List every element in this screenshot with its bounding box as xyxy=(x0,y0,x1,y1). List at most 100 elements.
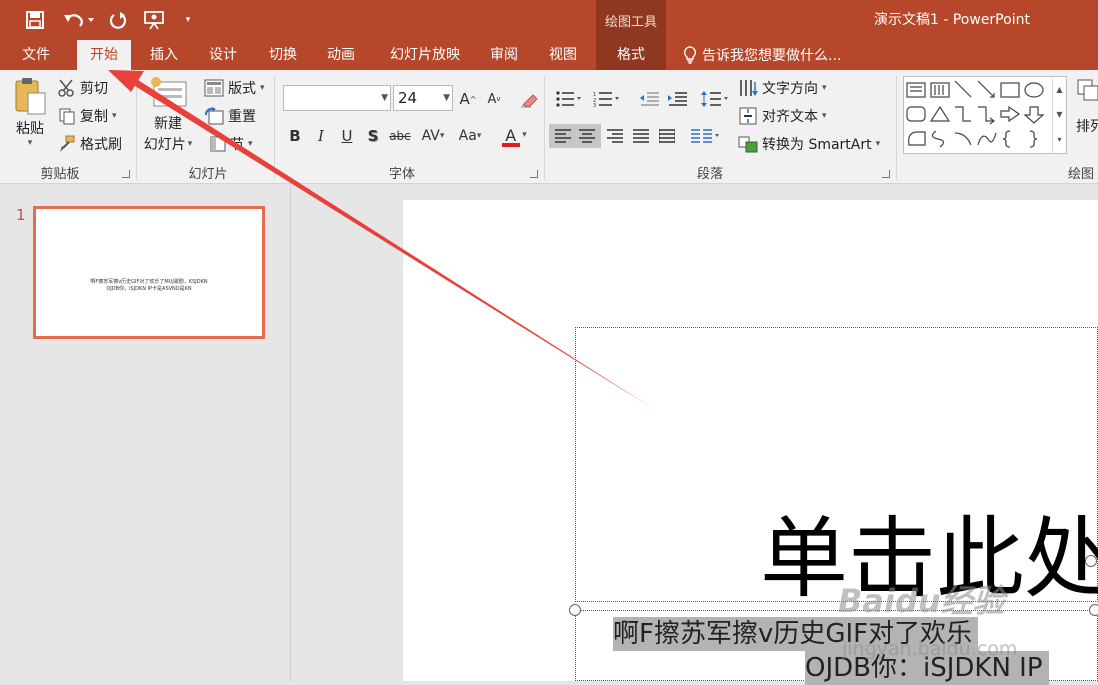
paste-label: 粘贴 xyxy=(16,121,44,137)
ribbon-home: 粘贴 ▾ 剪切 复制 ▾ 格式刷 剪贴板 新建 幻灯片 ▾ 版式 ▾ 重置 节 ▾… xyxy=(0,70,1098,184)
lightbulb-icon xyxy=(683,46,697,64)
clipboard-group-label: 剪贴板 xyxy=(40,167,80,182)
arrange-label: 排列 xyxy=(1076,119,1098,135)
tab-transitions[interactable]: 切换 xyxy=(258,40,308,70)
paste-button[interactable]: 粘贴 ▾ xyxy=(12,76,48,148)
watermark-brand: Baidu经验 xyxy=(838,582,1005,620)
drawing-group-label: 绘图 xyxy=(1068,167,1095,182)
new-slide-dropdown-icon: ▾ xyxy=(187,139,193,149)
section-button[interactable]: 节 ▾ xyxy=(210,134,253,154)
clear-formatting-icon[interactable] xyxy=(516,87,542,111)
align-center-icon[interactable] xyxy=(579,129,595,143)
redo-icon[interactable] xyxy=(104,6,132,34)
tab-design[interactable]: 设计 xyxy=(198,40,248,70)
reset-button[interactable]: 重置 xyxy=(204,106,256,126)
text-direction-button[interactable]: 文字方向 ▾ xyxy=(738,78,827,98)
tab-home[interactable]: 开始 xyxy=(77,40,131,70)
columns-icon[interactable] xyxy=(688,124,724,148)
text-shadow-icon[interactable]: S xyxy=(362,124,384,148)
group-divider xyxy=(544,76,545,180)
line-spacing-icon[interactable] xyxy=(698,87,732,111)
present-from-start-icon[interactable] xyxy=(140,6,168,34)
tell-me-text: 告诉我您想要做什么... xyxy=(702,48,842,64)
resize-handle[interactable] xyxy=(569,604,581,616)
new-slide-icon xyxy=(151,77,187,107)
font-family-select[interactable]: ▼ xyxy=(283,85,391,111)
convert-smartart-button[interactable]: 转换为 SmartArt ▾ xyxy=(738,134,880,154)
tab-review[interactable]: 审阅 xyxy=(480,40,528,70)
text-direction-dropdown-icon: ▾ xyxy=(822,83,827,93)
tab-slide-show[interactable]: 幻灯片放映 xyxy=(378,40,472,70)
shapes-icons xyxy=(906,80,1045,148)
font-size-value: 24 xyxy=(398,89,418,107)
arrange-icon xyxy=(1077,79,1098,101)
change-case-icon[interactable]: Aa ▾ xyxy=(452,124,488,148)
paragraph-launcher-icon[interactable] xyxy=(882,170,890,178)
underline-icon[interactable]: U xyxy=(336,124,358,148)
tab-animations[interactable]: 动画 xyxy=(316,40,366,70)
save-icon[interactable] xyxy=(20,6,50,34)
undo-icon[interactable] xyxy=(58,6,98,34)
font-size-dropdown-icon[interactable]: ▼ xyxy=(443,86,450,110)
slides-group-label: 幻灯片 xyxy=(188,167,228,182)
layout-label: 版式 xyxy=(228,81,256,97)
format-painter-button[interactable]: 格式刷 xyxy=(58,134,122,154)
copy-label: 复制 xyxy=(80,109,108,125)
tab-view[interactable]: 视图 xyxy=(538,40,588,70)
shapes-gallery[interactable]: ▲ ▼ ▾ xyxy=(903,76,1067,154)
section-label: 节 xyxy=(230,137,244,153)
ribbon-tabs: 文件 开始 插入 设计 切换 动画 幻灯片放映 审阅 视图 格式 告诉我您想要做… xyxy=(0,40,1098,70)
increase-indent-icon[interactable] xyxy=(664,87,690,111)
font-launcher-icon[interactable] xyxy=(530,170,538,178)
shrink-font-icon[interactable]: Av xyxy=(484,87,504,111)
clipboard-launcher-icon[interactable] xyxy=(122,170,130,178)
cut-label: 剪切 xyxy=(80,81,108,97)
tab-format[interactable]: 格式 xyxy=(596,40,666,70)
shapes-scroll[interactable]: ▲ ▼ ▾ xyxy=(1052,77,1066,153)
align-right-icon[interactable] xyxy=(604,124,626,148)
bullets-icon[interactable] xyxy=(552,87,586,111)
smartart-label: 转换为 SmartArt xyxy=(762,137,872,153)
layout-icon xyxy=(204,79,224,97)
tab-insert[interactable]: 插入 xyxy=(140,40,188,70)
grow-font-icon[interactable]: A ^ xyxy=(458,87,478,111)
numbering-icon[interactable]: 123 xyxy=(590,87,624,111)
slide-number: 1 xyxy=(16,206,26,224)
align-text-button[interactable]: 对齐文本 ▾ xyxy=(738,106,827,126)
character-spacing-icon[interactable]: AV ▾ xyxy=(416,124,450,148)
resize-handle[interactable] xyxy=(1085,555,1097,567)
copy-button[interactable]: 复制 ▾ xyxy=(58,106,117,126)
decrease-indent-icon[interactable] xyxy=(636,87,662,111)
align-text-icon xyxy=(739,107,757,125)
smartart-dropdown-icon: ▾ xyxy=(875,139,881,149)
tab-file[interactable]: 文件 xyxy=(10,40,62,70)
cut-button[interactable]: 剪切 xyxy=(58,78,108,98)
justify-icon[interactable] xyxy=(630,124,652,148)
copy-dropdown-icon: ▾ xyxy=(112,111,117,121)
text-direction-label: 文字方向 xyxy=(762,81,818,97)
paste-icon xyxy=(15,78,46,115)
title-bar: ▾ 绘图工具 演示文稿1 - PowerPoint xyxy=(0,0,1098,40)
reset-label: 重置 xyxy=(228,109,256,125)
slide-thumbnail[interactable]: 啊F擦苏军擦v历史GIF对了欢乐了MUJ歌剧，KSJDKN OJDB你，iSJD… xyxy=(33,206,265,339)
tell-me-box[interactable]: 告诉我您想要做什么... xyxy=(683,40,841,70)
font-size-select[interactable]: 24 ▼ xyxy=(393,85,453,111)
paragraph-group-label: 段落 xyxy=(696,167,723,182)
paste-dropdown-icon: ▾ xyxy=(27,138,33,148)
layout-button[interactable]: 版式 ▾ xyxy=(204,78,265,98)
italic-icon[interactable]: I xyxy=(310,124,332,148)
distributed-icon[interactable] xyxy=(656,124,678,148)
arrange-button[interactable]: 排列 xyxy=(1076,78,1098,136)
customize-qat-icon[interactable]: ▾ xyxy=(180,6,196,34)
font-family-dropdown-icon[interactable]: ▼ xyxy=(381,86,388,110)
smartart-icon xyxy=(738,136,758,153)
new-slide-button[interactable]: 新建 幻灯片 ▾ xyxy=(142,76,194,154)
strikethrough-icon[interactable]: abc xyxy=(386,124,414,148)
bold-icon[interactable]: B xyxy=(284,124,306,148)
section-icon xyxy=(210,136,226,152)
text-direction-icon xyxy=(740,80,758,96)
align-text-label: 对齐文本 xyxy=(762,109,818,125)
align-left-icon[interactable] xyxy=(549,124,601,148)
thumbnail-text-line-1: 啊F擦苏军擦v历史GIF对了欢乐了MUJ歌剧，KSJDKN xyxy=(90,279,208,285)
font-color-icon[interactable]: A ▾ xyxy=(498,124,534,148)
